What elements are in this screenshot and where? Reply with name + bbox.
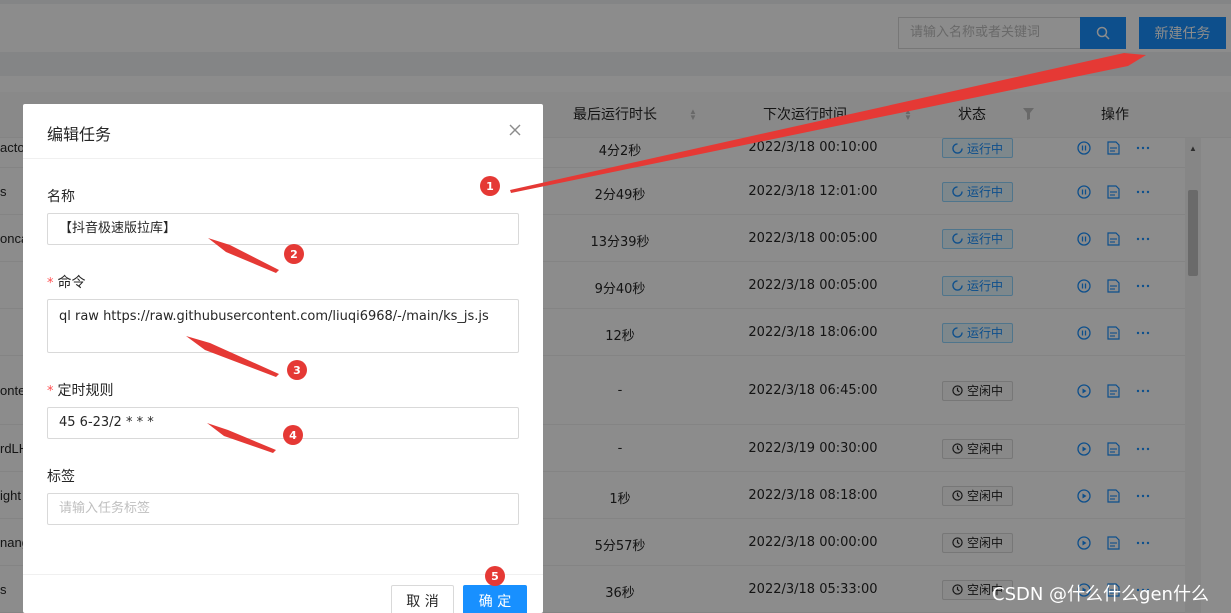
command-textarea[interactable]: ql raw https://raw.githubusercontent.com… bbox=[47, 299, 519, 353]
required-mark: * bbox=[47, 384, 54, 399]
cron-label: * 定时规则 bbox=[47, 383, 114, 399]
confirm-button[interactable]: 确 定 bbox=[463, 585, 527, 613]
cancel-button[interactable]: 取 消 bbox=[391, 585, 454, 613]
modal-header: 编辑任务 bbox=[23, 104, 543, 159]
modal-title: 编辑任务 bbox=[47, 125, 112, 144]
command-label: * 命令 bbox=[47, 275, 86, 291]
annotation-marker: 3 bbox=[287, 360, 307, 380]
edit-task-modal: 编辑任务 名称 【抖音极速版拉库】 * 命令 ql raw https://raw… bbox=[23, 104, 543, 613]
annotation-marker: 4 bbox=[283, 425, 303, 445]
required-mark: * bbox=[47, 276, 54, 291]
tag-input[interactable]: 请输入任务标签 bbox=[47, 493, 519, 525]
annotation-marker: 2 bbox=[284, 244, 304, 264]
close-icon[interactable] bbox=[507, 122, 523, 138]
tag-label: 标签 bbox=[47, 469, 75, 485]
modal-footer: 取 消 确 定 bbox=[23, 574, 543, 613]
annotation-marker: 5 bbox=[485, 566, 505, 586]
name-input[interactable]: 【抖音极速版拉库】 bbox=[47, 213, 519, 245]
watermark: CSDN @什么什么gen什么 bbox=[992, 584, 1209, 605]
name-label: 名称 bbox=[47, 189, 75, 205]
annotation-marker: 1 bbox=[480, 176, 500, 196]
